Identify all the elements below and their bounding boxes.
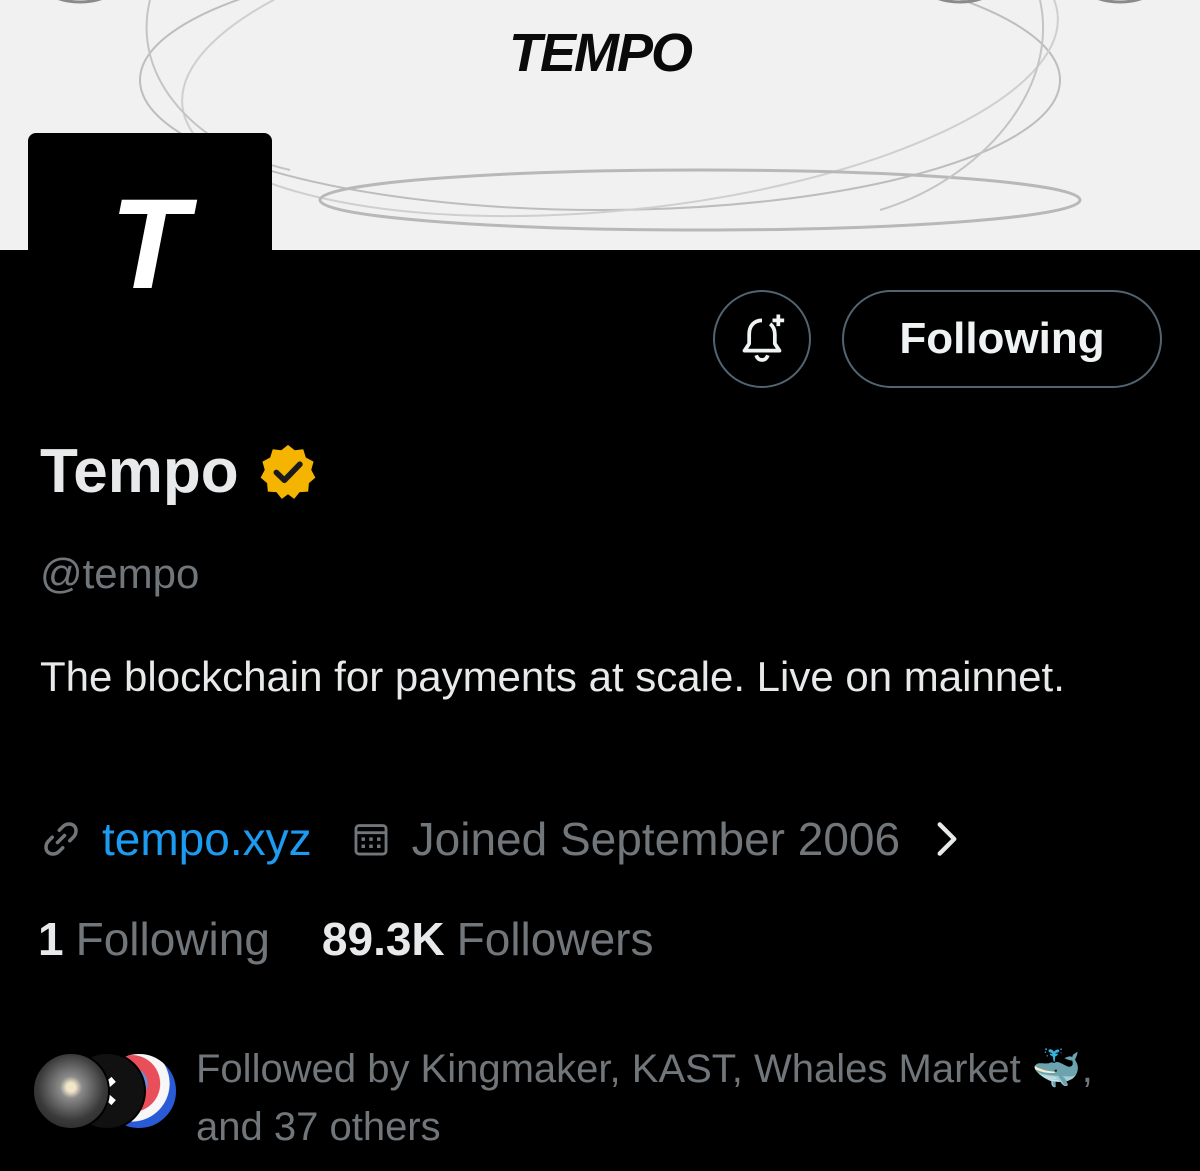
followers-stat-link[interactable]: 89.3K Followers [322, 912, 654, 966]
following-button[interactable]: Following [842, 290, 1162, 388]
bell-plus-icon [742, 314, 785, 362]
followed-by-names: Followed by Kingmaker, KAST, Whales Mark… [196, 1047, 1032, 1091]
banner-logo-text: TEMPO [508, 23, 693, 83]
followed-by-others: and 37 others [196, 1105, 441, 1149]
followers-label: Followers [456, 913, 654, 965]
link-icon [44, 822, 78, 856]
joined-date: Joined September 2006 [411, 813, 901, 865]
profile-meta-row: tempo.xyz Joined September 2006 [40, 812, 960, 866]
profile-handle: @tempo [40, 550, 200, 597]
following-count: 1 [38, 913, 64, 965]
followers-count: 89.3K [321, 913, 445, 965]
profile-name: Tempo [40, 437, 239, 506]
follow-stats: 1 Following 89.3K Followers [38, 912, 653, 966]
profile-name-row: Tempo [40, 436, 319, 507]
followed-by-text: Followed by Kingmaker, KAST, Whales Mark… [196, 1040, 1176, 1156]
notifications-button[interactable] [713, 290, 811, 388]
profile-avatar[interactable]: T [28, 133, 272, 377]
profile-bio: The blockchain for payments at scale. Li… [40, 653, 1065, 700]
calendar-icon [354, 824, 388, 856]
avatar-letter: T [110, 173, 189, 316]
mutual-avatar [32, 1052, 110, 1130]
following-label: Following [75, 913, 270, 965]
whale-emoji-icon: 🐳 [1031, 1047, 1082, 1091]
mutual-avatars [32, 1052, 182, 1132]
website-link[interactable]: tempo.xyz [102, 812, 312, 866]
followed-by-comma: , [1081, 1047, 1093, 1091]
chevron-right-icon[interactable] [934, 819, 960, 859]
verified-gold-badge-icon[interactable] [257, 441, 319, 503]
following-stat-link[interactable]: 1 Following [38, 912, 270, 966]
